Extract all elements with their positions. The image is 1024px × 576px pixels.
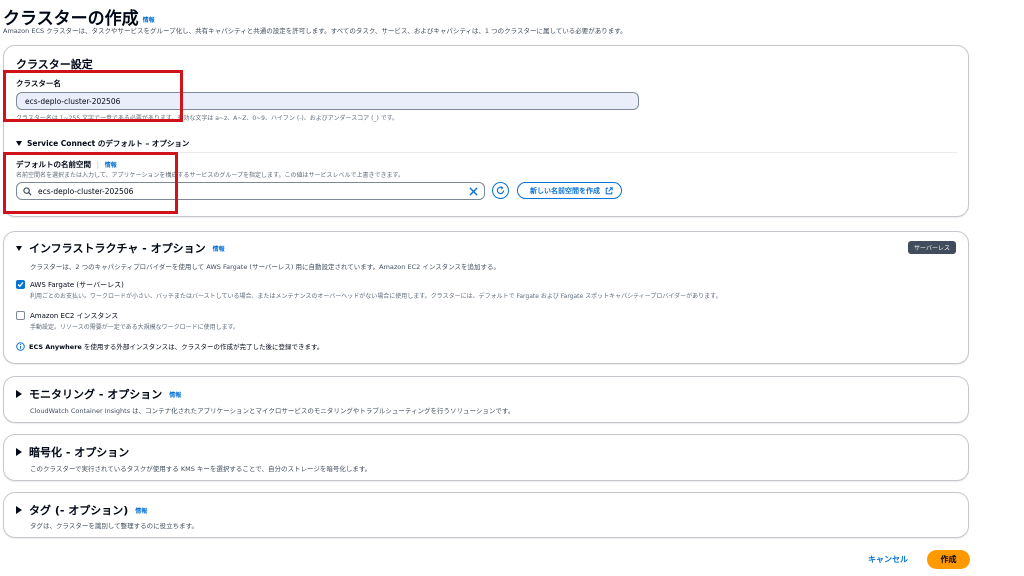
tags-description: タグは、クラスターを識別して整理するのに役立ちます。	[30, 522, 199, 530]
monitoring-info-link[interactable]: 情報	[169, 390, 181, 399]
caret-right-icon	[16, 506, 22, 514]
infrastructure-title: インフラストラクチャ - オプション	[29, 242, 206, 255]
caret-down-icon	[16, 141, 22, 146]
encryption-description: このクラスターで実行されているタスクが使用する KMS キーを選択することで、自…	[30, 465, 372, 473]
page-info-link[interactable]: 情報	[143, 17, 155, 24]
infrastructure-panel: インフラストラクチャ - オプション 情報 サーバーレス クラスターは、2 つの…	[3, 231, 969, 364]
service-connect-title: Service Connect のデフォルト – オプション	[27, 139, 190, 148]
create-namespace-button[interactable]: 新しい名前空間を作成	[517, 182, 622, 199]
infrastructure-info-link[interactable]: 情報	[213, 244, 225, 253]
cancel-button[interactable]: キャンセル	[868, 554, 908, 565]
encryption-toggle[interactable]: 暗号化 - オプション	[16, 444, 129, 460]
ec2-description: 手動設定。リソースの需要が一定である大規模なワークロードに使用します。	[30, 324, 240, 331]
create-button[interactable]: 作成	[927, 550, 970, 569]
encryption-panel[interactable]: 暗号化 - オプション このクラスターで実行されているタスクが使用する KMS …	[3, 434, 969, 481]
external-link-icon	[605, 186, 613, 194]
ec2-checkbox[interactable]	[16, 311, 25, 320]
caret-right-icon	[16, 390, 22, 398]
caret-down-icon	[16, 245, 22, 251]
serverless-badge: サーバーレス	[908, 241, 956, 254]
refresh-icon	[496, 186, 505, 195]
infrastructure-toggle[interactable]: インフラストラクチャ - オプション 情報	[16, 240, 225, 256]
fargate-label[interactable]: AWS Fargate (サーバーレス)	[30, 280, 124, 290]
tags-title: タグ (- オプション)	[29, 504, 129, 517]
monitoring-panel[interactable]: モニタリング - オプション 情報 CloudWatch Container I…	[3, 376, 969, 423]
annotation-highlight-namespace	[3, 152, 178, 214]
annotation-highlight-cluster-name	[3, 70, 183, 122]
monitoring-toggle[interactable]: モニタリング - オプション 情報	[16, 386, 181, 402]
monitoring-title: モニタリング - オプション	[29, 388, 163, 401]
fargate-checkbox[interactable]	[16, 280, 25, 289]
anywhere-text: を使用する外部インスタンスは、クラスターの作成が完了した後に登録できます。	[81, 343, 324, 351]
refresh-button[interactable]	[492, 182, 509, 199]
ec2-label[interactable]: Amazon EC2 インスタンス	[30, 311, 118, 321]
check-icon	[17, 282, 24, 288]
monitoring-description: CloudWatch Container Insights は、コンテナ化された…	[30, 407, 515, 415]
create-namespace-label: 新しい名前空間を作成	[530, 186, 600, 195]
encryption-title: 暗号化 - オプション	[29, 446, 130, 459]
info-circle-icon	[16, 341, 25, 351]
service-connect-toggle[interactable]: Service Connect のデフォルト – オプション	[16, 138, 189, 149]
tags-panel[interactable]: タグ (- オプション) 情報 タグは、クラスターを識別して整理するのに役立ちま…	[3, 492, 969, 538]
page-description: Amazon ECS クラスターは、タスクやサービスをグループ化し、共有キャパシ…	[3, 27, 627, 35]
infrastructure-description: クラスターは、2 つのキャパシティプロバイダーを使用して AWS Fargate…	[30, 263, 501, 271]
caret-right-icon	[16, 448, 22, 456]
anywhere-note: ECS Anywhere を使用する外部インスタンスは、クラスターの作成が完了し…	[16, 341, 323, 351]
tags-toggle[interactable]: タグ (- オプション) 情報	[16, 502, 147, 518]
clear-icon[interactable]	[469, 186, 478, 196]
fargate-description: 利用ごとのお支払い。ワークロードが小さい、バッチまたはバーストしている場合、また…	[30, 293, 722, 300]
tags-info-link[interactable]: 情報	[135, 506, 147, 515]
anywhere-bold: ECS Anywhere	[29, 343, 82, 351]
